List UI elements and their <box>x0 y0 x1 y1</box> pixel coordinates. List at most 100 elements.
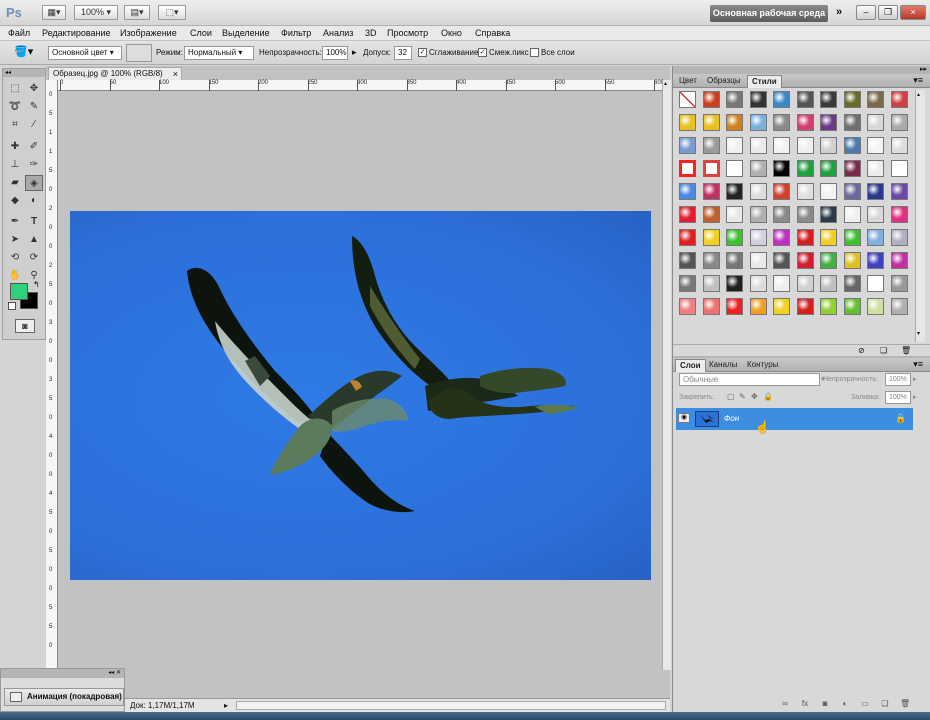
style-swatch[interactable] <box>749 252 767 269</box>
all-layers-checkbox[interactable] <box>530 48 539 57</box>
style-swatch[interactable] <box>796 91 814 108</box>
style-swatch[interactable] <box>796 183 814 200</box>
style-swatch[interactable] <box>749 160 767 177</box>
style-swatch[interactable] <box>820 114 837 131</box>
tab-color[interactable]: Цвет <box>675 75 701 88</box>
foreground-color-swatch-front[interactable] <box>10 283 28 300</box>
style-swatch[interactable] <box>820 298 837 315</box>
screen-mode-button[interactable]: ⬚▾ <box>158 5 186 20</box>
style-swatch[interactable] <box>679 206 696 223</box>
dock-collapse-icon[interactable]: ▸▸ <box>920 65 927 73</box>
panel-menu-icon[interactable]: ▾≡ <box>913 75 923 86</box>
animation-panel-tab[interactable]: Анимация (покадровая) <box>4 688 124 706</box>
style-swatch[interactable] <box>749 275 767 292</box>
quick-select-tool-icon[interactable]: ✎ <box>25 99 43 115</box>
hand-tool-icon[interactable]: ✋ <box>6 268 24 284</box>
pen-tool-icon[interactable]: ✒ <box>6 214 24 230</box>
layer-opacity-input[interactable]: 100% <box>885 373 911 386</box>
move-tool-icon[interactable]: ✥ <box>25 81 43 97</box>
quick-mask-icon[interactable]: ◙ <box>15 319 35 333</box>
brush-tool-icon[interactable]: ✐ <box>25 139 43 155</box>
style-swatch[interactable] <box>726 252 743 269</box>
horizontal-scrollbar[interactable] <box>236 701 666 710</box>
new-group-icon[interactable]: ▭ <box>860 699 870 708</box>
style-swatch[interactable] <box>726 114 743 131</box>
style-swatch[interactable] <box>820 183 837 200</box>
style-swatch[interactable] <box>843 160 861 177</box>
panel-close-icon[interactable]: ✕ <box>116 670 121 676</box>
menu-window[interactable]: Окно <box>441 27 462 40</box>
style-swatch[interactable] <box>867 183 884 200</box>
fill-input[interactable]: 100% <box>885 391 911 404</box>
style-swatch[interactable] <box>890 252 908 269</box>
styles-scrollbar[interactable]: ▴ ▾ <box>915 90 925 342</box>
menu-view[interactable]: Просмотр <box>387 27 428 40</box>
paint-bucket-icon[interactable]: 🪣▾ <box>14 45 40 61</box>
workspace-button[interactable]: Основная рабочая среда <box>710 5 828 22</box>
style-swatch[interactable] <box>773 298 790 315</box>
style-swatch[interactable] <box>749 114 767 131</box>
scroll-up-icon[interactable]: ▴ <box>917 91 920 98</box>
style-swatch[interactable] <box>702 298 720 315</box>
style-swatch[interactable] <box>773 183 790 200</box>
style-swatch[interactable] <box>796 114 814 131</box>
style-swatch[interactable] <box>749 206 767 223</box>
style-swatch[interactable] <box>843 114 861 131</box>
style-swatch[interactable] <box>796 298 814 315</box>
style-swatch[interactable] <box>890 137 908 154</box>
style-swatch[interactable] <box>679 114 696 131</box>
style-swatch[interactable] <box>890 275 908 292</box>
healing-brush-tool-icon[interactable]: ✚ <box>6 139 24 155</box>
vertical-ruler[interactable]: 0 5 1 1 5 0 2 0 0 2 5 0 3 0 0 3 5 0 4 0 0 4 5 0 5 0 0 5 5 0 <box>46 80 58 670</box>
menu-layers[interactable]: Слои <box>190 27 212 40</box>
style-swatch[interactable] <box>773 137 790 154</box>
style-swatch[interactable] <box>679 91 696 108</box>
style-swatch[interactable] <box>867 160 884 177</box>
dodge-tool-icon[interactable]: ◐ <box>25 193 43 209</box>
contiguous-checkbox[interactable]: ✓ <box>478 48 487 57</box>
new-style-icon[interactable]: ❏ <box>880 346 887 355</box>
style-swatch[interactable] <box>702 252 720 269</box>
style-swatch[interactable] <box>726 160 743 177</box>
antialias-checkbox[interactable]: ✓ <box>418 48 427 57</box>
style-swatch[interactable] <box>820 206 837 223</box>
style-swatch[interactable] <box>702 275 720 292</box>
style-swatch[interactable] <box>820 252 837 269</box>
style-swatch[interactable] <box>890 160 908 177</box>
delete-layer-icon[interactable]: 🗑 <box>900 699 910 708</box>
style-swatch[interactable] <box>726 298 743 315</box>
style-swatch[interactable] <box>773 91 790 108</box>
clear-style-icon[interactable]: ⊘ <box>858 346 865 355</box>
minimize-button[interactable]: – <box>856 5 876 20</box>
style-swatch[interactable] <box>679 298 696 315</box>
lock-all-icon[interactable]: 🔒 <box>763 392 773 401</box>
layer-style-icon[interactable]: fx <box>800 699 810 708</box>
menu-image[interactable]: Изображение <box>120 27 177 40</box>
eraser-tool-icon[interactable]: ▰ <box>6 175 24 191</box>
style-swatch[interactable] <box>679 160 696 177</box>
zoom-level-dropdown[interactable]: 100% ▾ <box>74 5 118 20</box>
style-swatch[interactable] <box>820 137 837 154</box>
style-swatch[interactable] <box>726 183 743 200</box>
tab-styles[interactable]: Стили <box>747 75 782 88</box>
crop-tool-icon[interactable]: ⌗ <box>6 117 24 133</box>
style-swatch[interactable] <box>843 298 861 315</box>
style-swatch[interactable] <box>773 160 790 177</box>
toolbox-collapse-icon[interactable]: ◂◂ <box>3 69 45 77</box>
layer-opacity-arrow-icon[interactable]: ▸ <box>913 375 917 383</box>
style-swatch[interactable] <box>843 229 861 246</box>
style-swatch[interactable] <box>773 252 790 269</box>
history-brush-tool-icon[interactable]: ✑ <box>25 157 43 173</box>
menu-3d[interactable]: 3D <box>365 27 377 40</box>
style-swatch[interactable] <box>890 298 908 315</box>
style-swatch[interactable] <box>702 114 720 131</box>
style-swatch[interactable] <box>773 229 790 246</box>
style-swatch[interactable] <box>726 137 743 154</box>
style-swatch[interactable] <box>820 275 837 292</box>
tab-channels[interactable]: Каналы <box>705 359 741 372</box>
style-swatch[interactable] <box>867 114 884 131</box>
fill-source-select[interactable]: Основной цвет ▾ <box>48 46 122 60</box>
tab-paths[interactable]: Контуры <box>743 359 782 372</box>
style-swatch[interactable] <box>796 160 814 177</box>
style-swatch[interactable] <box>702 206 720 223</box>
